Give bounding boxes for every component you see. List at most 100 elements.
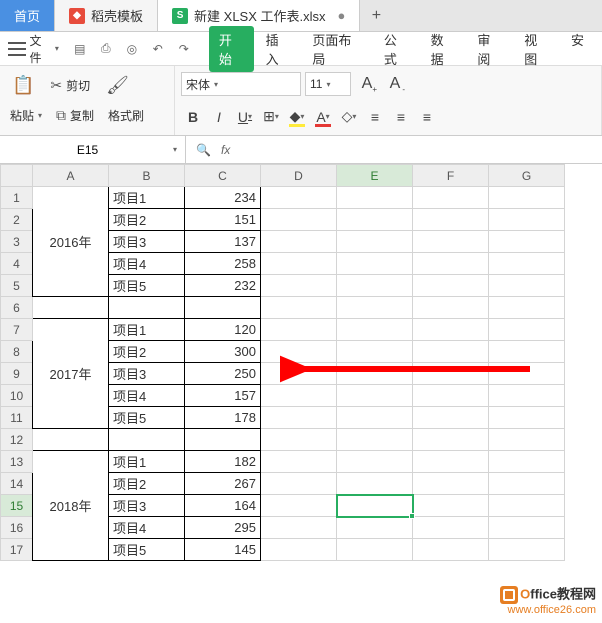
cell-D14[interactable] xyxy=(261,473,337,495)
cell-B9[interactable]: 项目3 xyxy=(109,363,185,385)
cell-E7[interactable] xyxy=(337,319,413,341)
cell-G12[interactable] xyxy=(489,429,565,451)
ribbon-tab-layout[interactable]: 页面布局 xyxy=(302,26,372,72)
cell-C3[interactable]: 137 xyxy=(185,231,261,253)
cell-C1[interactable]: 234 xyxy=(185,187,261,209)
cell-A12[interactable] xyxy=(33,429,109,451)
underline-button[interactable]: U▾ xyxy=(233,105,257,129)
ribbon-tab-data[interactable]: 数据 xyxy=(421,26,466,72)
cell-E5[interactable] xyxy=(337,275,413,297)
column-header-E[interactable]: E xyxy=(337,165,413,187)
cell-D10[interactable] xyxy=(261,385,337,407)
hamburger-icon[interactable] xyxy=(8,42,26,56)
cell-E2[interactable] xyxy=(337,209,413,231)
cell-E6[interactable] xyxy=(337,297,413,319)
cell-C17[interactable]: 145 xyxy=(185,539,261,561)
cell-F14[interactable] xyxy=(413,473,489,495)
cell-B10[interactable]: 项目4 xyxy=(109,385,185,407)
column-header-F[interactable]: F xyxy=(413,165,489,187)
ribbon-tab-start[interactable]: 开始 xyxy=(209,26,254,72)
cell-E10[interactable] xyxy=(337,385,413,407)
row-header-17[interactable]: 17 xyxy=(1,539,33,561)
cell-C2[interactable]: 151 xyxy=(185,209,261,231)
ribbon-tab-review[interactable]: 审阅 xyxy=(467,26,512,72)
cell-B3[interactable]: 项目3 xyxy=(109,231,185,253)
cell-C12[interactable] xyxy=(185,429,261,451)
cell-E1[interactable] xyxy=(337,187,413,209)
increase-font-button[interactable]: A+ xyxy=(355,72,379,96)
cell-B4[interactable]: 项目4 xyxy=(109,253,185,275)
cell-G3[interactable] xyxy=(489,231,565,253)
cell-E15[interactable] xyxy=(337,495,413,517)
cell-C16[interactable]: 295 xyxy=(185,517,261,539)
column-header-B[interactable]: B xyxy=(109,165,185,187)
align-top-button[interactable]: ≡ xyxy=(363,105,387,129)
cell-E3[interactable] xyxy=(337,231,413,253)
cell-F5[interactable] xyxy=(413,275,489,297)
column-header-A[interactable]: A xyxy=(33,165,109,187)
fill-color-button[interactable]: ◆▾ xyxy=(285,105,309,129)
cell-G13[interactable] xyxy=(489,451,565,473)
ribbon-tab-insert[interactable]: 插入 xyxy=(256,26,301,72)
cell-F4[interactable] xyxy=(413,253,489,275)
cell-G10[interactable] xyxy=(489,385,565,407)
cell-E17[interactable] xyxy=(337,539,413,561)
row-header-16[interactable]: 16 xyxy=(1,517,33,539)
cell-C9[interactable]: 250 xyxy=(185,363,261,385)
cell-E14[interactable] xyxy=(337,473,413,495)
cell-C11[interactable]: 178 xyxy=(185,407,261,429)
row-header-13[interactable]: 13 xyxy=(1,451,33,473)
format-painter-label[interactable]: 格式刷 xyxy=(104,105,148,126)
row-header-11[interactable]: 11 xyxy=(1,407,33,429)
cell-F3[interactable] xyxy=(413,231,489,253)
preview-button[interactable]: ◎ xyxy=(121,38,143,60)
cell-E16[interactable] xyxy=(337,517,413,539)
decrease-font-button[interactable]: A- xyxy=(383,72,407,96)
clear-format-button[interactable]: ◇▾ xyxy=(337,105,361,129)
cell-E13[interactable] xyxy=(337,451,413,473)
italic-button[interactable]: I xyxy=(207,105,231,129)
cell-B7[interactable]: 项目1 xyxy=(109,319,185,341)
cell-B16[interactable]: 项目4 xyxy=(109,517,185,539)
cell-B1[interactable]: 项目1 xyxy=(109,187,185,209)
cell-E11[interactable] xyxy=(337,407,413,429)
cell-C15[interactable]: 164 xyxy=(185,495,261,517)
copy-button[interactable]: ⧉ 复制 xyxy=(52,105,98,126)
cell-G8[interactable] xyxy=(489,341,565,363)
print-button[interactable]: ⎙ xyxy=(95,38,117,60)
cell-G14[interactable] xyxy=(489,473,565,495)
align-bottom-button[interactable]: ≡ xyxy=(415,105,439,129)
cell-G5[interactable] xyxy=(489,275,565,297)
cell-D11[interactable] xyxy=(261,407,337,429)
cell-B15[interactable]: 项目3 xyxy=(109,495,185,517)
cell-E4[interactable] xyxy=(337,253,413,275)
cell-D5[interactable] xyxy=(261,275,337,297)
cell-C6[interactable] xyxy=(185,297,261,319)
align-middle-button[interactable]: ≡ xyxy=(389,105,413,129)
cell-G15[interactable] xyxy=(489,495,565,517)
name-box-input[interactable] xyxy=(8,143,167,157)
cell-C7[interactable]: 120 xyxy=(185,319,261,341)
row-header-2[interactable]: 2 xyxy=(1,209,33,231)
cell-B13[interactable]: 项目1 xyxy=(109,451,185,473)
cell-F8[interactable] xyxy=(413,341,489,363)
cell-G17[interactable] xyxy=(489,539,565,561)
cell-C5[interactable]: 232 xyxy=(185,275,261,297)
cell-F15[interactable] xyxy=(413,495,489,517)
border-button[interactable]: ⊞▾ xyxy=(259,105,283,129)
paste-button[interactable]: 📋 xyxy=(6,73,40,98)
row-header-5[interactable]: 5 xyxy=(1,275,33,297)
cell-B11[interactable]: 项目5 xyxy=(109,407,185,429)
redo-button[interactable]: ↷ xyxy=(173,38,195,60)
cell-B2[interactable]: 项目2 xyxy=(109,209,185,231)
cell-F1[interactable] xyxy=(413,187,489,209)
cell-D16[interactable] xyxy=(261,517,337,539)
cell-F13[interactable] xyxy=(413,451,489,473)
undo-button[interactable]: ↶ xyxy=(147,38,169,60)
ribbon-tab-view[interactable]: 视图 xyxy=(514,26,559,72)
font-name-select[interactable]: 宋体 ▾ xyxy=(181,72,301,96)
font-size-select[interactable]: 11 ▾ xyxy=(305,72,351,96)
row-header-10[interactable]: 10 xyxy=(1,385,33,407)
cell-D9[interactable] xyxy=(261,363,337,385)
cell-G9[interactable] xyxy=(489,363,565,385)
